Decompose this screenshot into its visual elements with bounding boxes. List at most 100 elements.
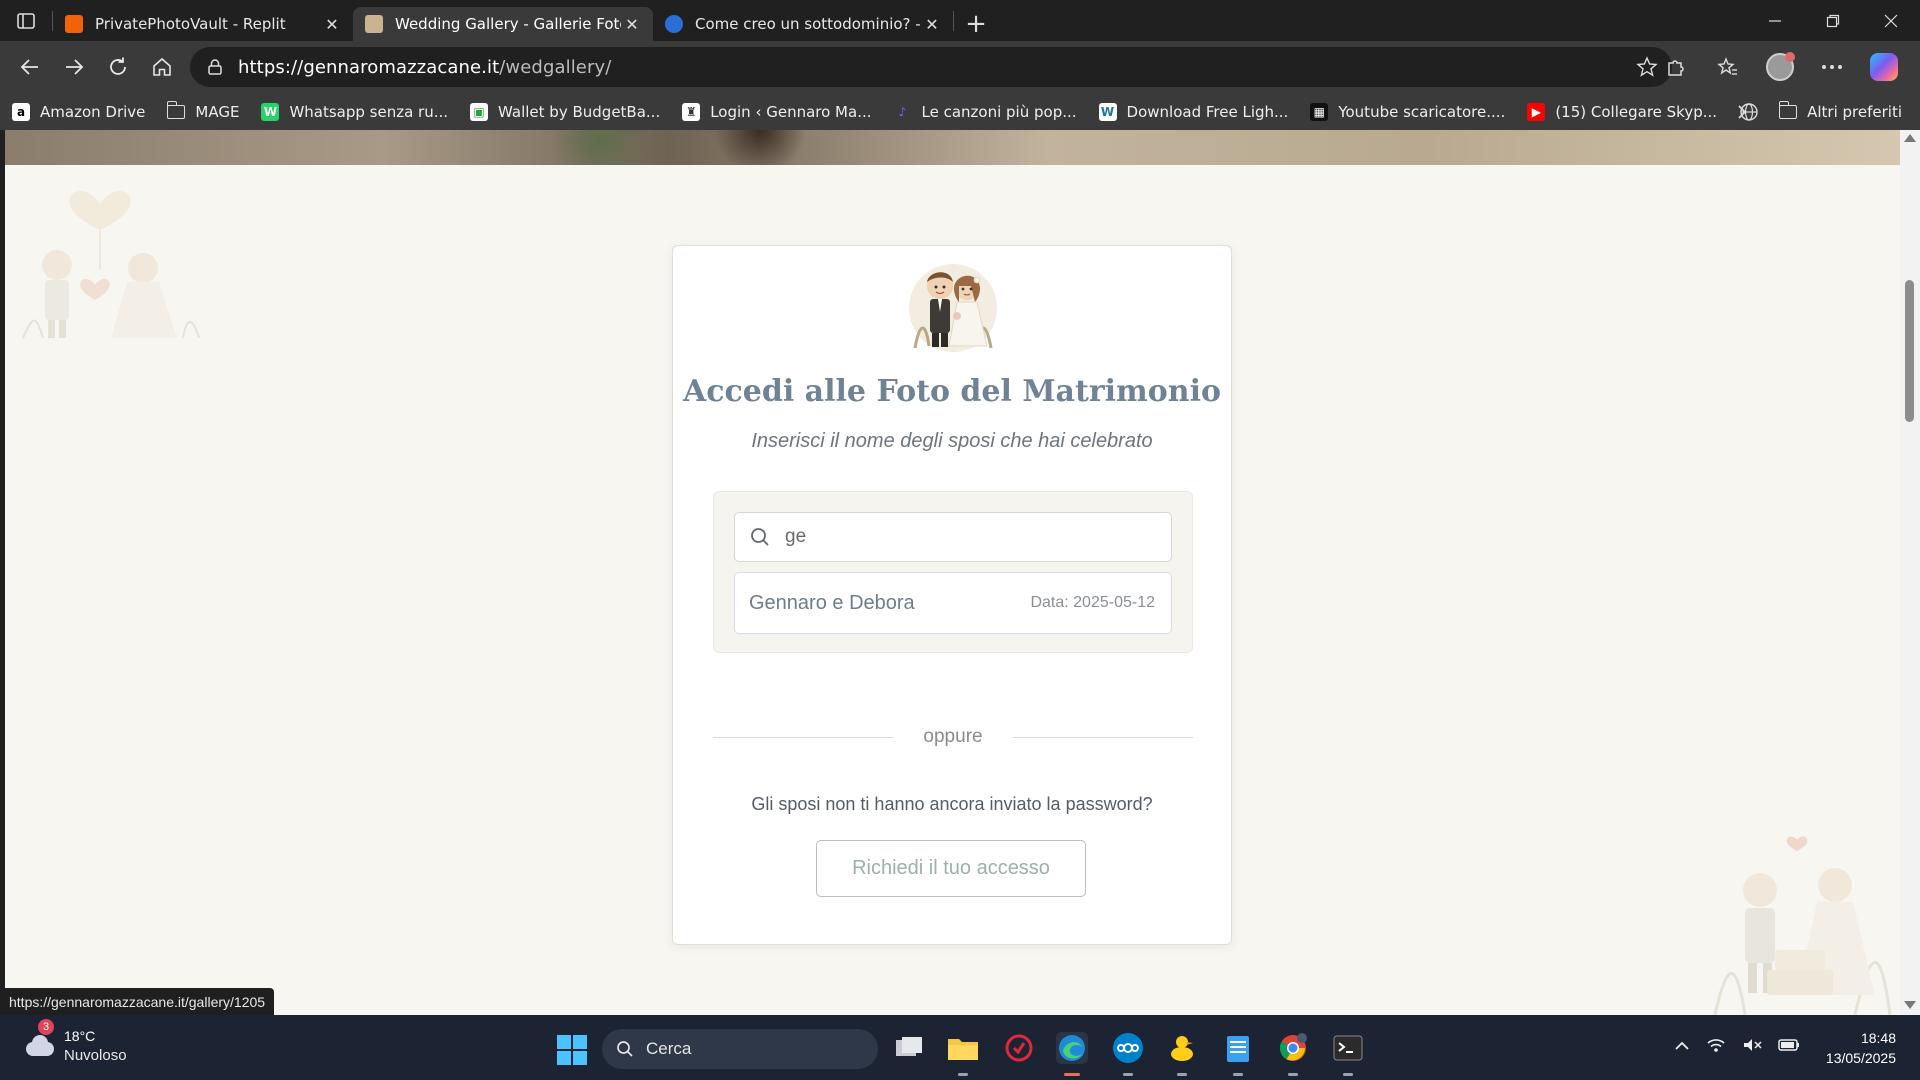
- clock-date: 13/05/2025: [1825, 1049, 1896, 1066]
- forward-button[interactable]: [52, 47, 96, 87]
- notepad-app[interactable]: [1222, 1032, 1254, 1076]
- lock-icon[interactable]: [204, 58, 226, 76]
- weather-temperature: 18°C: [64, 1028, 96, 1044]
- search-icon: [617, 1041, 633, 1057]
- profile-button[interactable]: [1754, 52, 1806, 81]
- login-card: Accedi alle Foto del Matrimonio Inserisc…: [672, 245, 1232, 945]
- request-access-button[interactable]: Richiedi il tuo accesso: [816, 840, 1086, 897]
- edge-icon: [1059, 1035, 1085, 1061]
- bookmark-label: Download Free Ligh...: [1126, 102, 1289, 121]
- close-window-button[interactable]: [1862, 0, 1920, 41]
- battery-icon[interactable]: [1778, 1038, 1800, 1057]
- tab-title: PrivatePhotoVault - Replit: [95, 15, 286, 33]
- taskbar-search[interactable]: Cerca: [602, 1029, 878, 1069]
- clock[interactable]: 18:48 13/05/2025: [1826, 1028, 1896, 1068]
- page-subtitle: Inserisci il nome degli sposi che hai ce…: [751, 430, 1153, 452]
- close-icon[interactable]: ✕: [921, 13, 943, 35]
- wedding-photo-icon: [365, 15, 383, 33]
- new-tab-button[interactable]: +: [954, 7, 998, 41]
- file-explorer-app[interactable]: [947, 1032, 979, 1076]
- cyberduck-app[interactable]: [1166, 1032, 1198, 1076]
- tab-wedding-gallery[interactable]: Wedding Gallery - Gallerie Fotogr ✕: [353, 7, 653, 41]
- home-button[interactable]: [140, 47, 184, 87]
- weather-widget[interactable]: 3 18°C Nuvoloso: [22, 1019, 127, 1065]
- tab-title: Come creo un sottodominio? - Dc: [695, 15, 921, 33]
- taskbar: 3 18°C Nuvoloso Cerca 18:48 13/05/2025: [0, 1015, 1920, 1080]
- running-indicator: [1233, 1073, 1243, 1076]
- running-indicator: [1177, 1073, 1187, 1076]
- start-button[interactable]: [557, 1035, 587, 1065]
- bookmark-item[interactable]: ♪ Le canzoni più pop...: [893, 102, 1077, 121]
- address-bar[interactable]: https://gennaromazzacane.it/wedgallery/: [190, 47, 1672, 87]
- bookmark-label: Amazon Drive: [40, 102, 146, 121]
- menu-button[interactable]: [1806, 64, 1858, 70]
- copilot-icon: [1870, 53, 1898, 81]
- bookmark-favicon-icon: ♪: [893, 102, 912, 121]
- scroll-thumb[interactable]: [1905, 280, 1914, 422]
- bookmark-item[interactable]: a Amazon Drive: [12, 102, 146, 121]
- bookmark-item[interactable]: W Whatsapp senza ru...: [261, 102, 448, 121]
- url-text: https://gennaromazzacane.it/wedgallery/: [238, 57, 611, 78]
- tab-actions-icon: [17, 12, 35, 29]
- bookmark-item[interactable]: ▶ (15) Collegare Skyp...: [1527, 102, 1718, 121]
- bookmark-label: Youtube scaricatore....: [1338, 102, 1506, 121]
- edge-browser-app[interactable]: [1056, 1032, 1088, 1076]
- back-button[interactable]: [8, 47, 52, 87]
- chrome-icon: [1279, 1033, 1307, 1061]
- running-indicator: [1064, 1073, 1080, 1076]
- close-icon[interactable]: ✕: [321, 13, 343, 35]
- tab-subdomain-help[interactable]: Come creo un sottodominio? - Dc ✕: [653, 7, 953, 41]
- tab-actions-button[interactable]: [0, 0, 52, 41]
- scroll-up-icon[interactable]: [1904, 134, 1916, 142]
- search-panel: Gennaro e Debora Data: 2025-05-12: [713, 491, 1193, 653]
- windows-logo-pane: [573, 1035, 587, 1049]
- terminal-app[interactable]: [1332, 1032, 1364, 1076]
- running-indicator: [958, 1073, 968, 1076]
- wifi-icon[interactable]: [1706, 1037, 1726, 1058]
- bookmark-item[interactable]: W Download Free Ligh...: [1098, 102, 1289, 121]
- bookmark-item[interactable]: ▣ Wallet by BudgetBa...: [470, 102, 660, 121]
- search-result-item[interactable]: Gennaro e Debora Data: 2025-05-12: [734, 572, 1172, 634]
- windows-logo-pane: [557, 1051, 571, 1065]
- terminal-icon: [1333, 1035, 1363, 1061]
- bookmark-item[interactable]: MAGE: [166, 100, 240, 121]
- bookmark-favicon-icon: W: [261, 102, 280, 121]
- more-dots-icon: [1822, 65, 1842, 69]
- weather-condition: Nuvoloso: [64, 1047, 127, 1064]
- weather-badge: 3: [38, 1019, 54, 1035]
- bookmark-label: (15) Collegare Skyp...: [1555, 102, 1718, 121]
- refresh-icon: [110, 57, 126, 75]
- bookmarks-overflow-button[interactable]: [1736, 93, 1748, 130]
- scroll-down-icon[interactable]: [1904, 1001, 1916, 1009]
- notepad-icon: [1227, 1036, 1249, 1062]
- antivirus-app[interactable]: [1003, 1032, 1035, 1064]
- bookmark-label: MAGE: [195, 102, 240, 121]
- shield-icon: [1005, 1034, 1033, 1062]
- navigation-bar: https://gennaromazzacane.it/wedgallery/: [0, 41, 1920, 93]
- minimize-button[interactable]: [1746, 0, 1804, 41]
- chrome-app[interactable]: [1277, 1032, 1309, 1076]
- url-host: https://gennaromazzacane.it: [238, 56, 500, 78]
- couple-search-field[interactable]: [734, 512, 1172, 562]
- restore-button[interactable]: [1804, 0, 1862, 41]
- hidden-icons-chevron-icon[interactable]: [1674, 1039, 1690, 1057]
- page-viewport: Accedi alle Foto del Matrimonio Inserisc…: [5, 130, 1900, 1015]
- search-icon: [751, 528, 769, 546]
- page-scrollbar[interactable]: [1900, 130, 1920, 1015]
- tab-replit[interactable]: PrivatePhotoVault - Replit ✕: [53, 7, 353, 41]
- copilot-button[interactable]: [1858, 53, 1910, 81]
- home-icon: [153, 57, 171, 76]
- speaker-muted-icon[interactable]: [1742, 1037, 1762, 1058]
- bookmark-item[interactable]: ▦ Youtube scaricatore....: [1310, 102, 1506, 121]
- nextcloud-app[interactable]: [1112, 1032, 1144, 1076]
- close-icon[interactable]: ✕: [621, 13, 643, 35]
- extensions-button[interactable]: [1650, 56, 1702, 78]
- other-bookmarks-button[interactable]: Altri preferiti: [1778, 93, 1902, 130]
- bookmark-item[interactable]: ♜ Login ‹ Gennaro Ma...: [682, 102, 872, 121]
- couple-search-input[interactable]: [785, 526, 1171, 548]
- refresh-button[interactable]: [96, 47, 140, 87]
- task-view-app[interactable]: [893, 1032, 925, 1064]
- running-indicator: [1123, 1073, 1133, 1076]
- favorites-button[interactable]: [1702, 56, 1754, 78]
- puzzle-icon: [1668, 60, 1684, 76]
